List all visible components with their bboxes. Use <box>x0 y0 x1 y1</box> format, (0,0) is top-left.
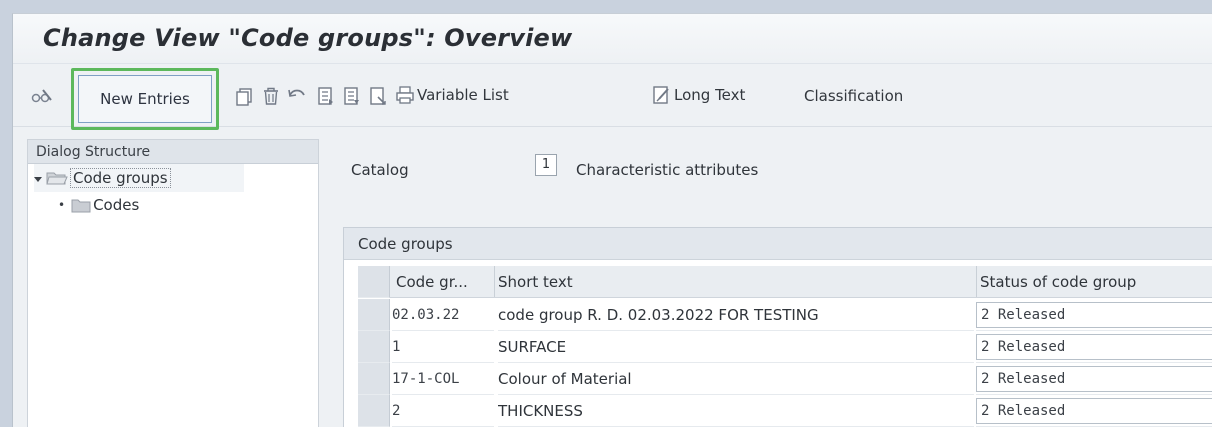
title-bar: Change View "Code groups": Overview <box>13 14 1212 64</box>
page-title: Change View "Code groups": Overview <box>43 24 573 52</box>
classification-label: Classification <box>804 87 904 105</box>
tree-item-code-groups[interactable]: Code groups <box>34 164 244 192</box>
column-separator <box>494 266 495 297</box>
glasses-display-change-icon[interactable] <box>31 87 53 105</box>
dialog-structure-header: Dialog Structure <box>28 140 318 164</box>
table-cell-short-text: Colour of Material <box>498 363 974 395</box>
status-dropdown[interactable]: 2 Released <box>976 395 1212 427</box>
status-value: 2 Released <box>981 306 1066 323</box>
print-icon <box>395 85 415 105</box>
column-header-short-text[interactable]: Short text <box>498 273 573 291</box>
classification-button[interactable]: Classification <box>804 87 903 105</box>
tree-item-label: Codes <box>93 196 140 214</box>
status-value: 2 Released <box>981 402 1066 419</box>
tree-item-label: Code groups <box>70 168 171 188</box>
table-cell-short-text: THICKNESS <box>498 395 974 427</box>
table-cell-code: 2 <box>392 395 494 427</box>
sap-window: Change View "Code groups": Overview New … <box>12 13 1212 427</box>
new-entries-label: New Entries <box>100 90 190 108</box>
code-groups-panel: Code groups Code gr... Short text Status… <box>343 227 1212 427</box>
variable-list-button[interactable]: Variable List <box>395 85 509 105</box>
open-folder-icon <box>46 170 68 186</box>
table-cell-code: 02.03.22 <box>392 299 494 331</box>
other-entry-icon[interactable] <box>369 86 387 106</box>
tree-item-codes[interactable]: • Codes <box>58 193 248 217</box>
status-dropdown[interactable]: 2 Released <box>976 331 1212 363</box>
status-dropdown[interactable]: 2 Released <box>976 363 1212 395</box>
variable-list-label: Variable List <box>417 86 509 104</box>
tree-bullet: • <box>58 198 66 212</box>
new-entries-highlight: New Entries <box>71 68 219 130</box>
undo-icon[interactable] <box>287 87 307 105</box>
column-header-status[interactable]: Status of code group <box>980 273 1136 291</box>
code-groups-title: Code groups <box>344 228 1212 260</box>
row-selector[interactable] <box>358 363 390 395</box>
column-header-code-group[interactable]: Code gr... <box>396 273 468 291</box>
status-dropdown[interactable]: 2 Released <box>976 299 1212 331</box>
long-text-icon <box>652 85 672 105</box>
column-separator <box>976 266 977 297</box>
row-selector[interactable] <box>358 331 390 363</box>
table-cell-code: 1 <box>392 331 494 363</box>
row-selector[interactable] <box>358 395 390 427</box>
dialog-structure-panel: Dialog Structure Code groups • Codes <box>27 139 319 427</box>
select-all-cell[interactable] <box>358 266 390 298</box>
catalog-label: Catalog <box>351 161 409 179</box>
expand-arrow-icon[interactable] <box>34 169 42 187</box>
application-toolbar: New Entries Variable List Long Text Clas… <box>13 65 1212 130</box>
long-text-button[interactable]: Long Text <box>652 85 745 105</box>
table-header: Code gr... Short text Status of code gro… <box>358 266 1212 298</box>
table-cell-short-text: code group R. D. 02.03.2022 FOR TESTING <box>498 299 974 331</box>
catalog-field: 1 <box>535 154 557 176</box>
long-text-label: Long Text <box>674 86 746 104</box>
catalog-description: Characteristic attributes <box>576 161 759 179</box>
next-entry-icon[interactable] <box>343 86 361 106</box>
previous-entry-icon[interactable] <box>317 86 335 106</box>
table-cell-code: 17-1-COL <box>392 363 494 395</box>
row-selector[interactable] <box>358 299 390 331</box>
status-value: 2 Released <box>981 370 1066 387</box>
copy-icon[interactable] <box>235 87 253 107</box>
status-value: 2 Released <box>981 338 1066 355</box>
new-entries-button[interactable]: New Entries <box>78 75 212 123</box>
delete-icon[interactable] <box>261 86 281 106</box>
folder-icon <box>71 198 91 213</box>
table-cell-short-text: SURFACE <box>498 331 974 363</box>
